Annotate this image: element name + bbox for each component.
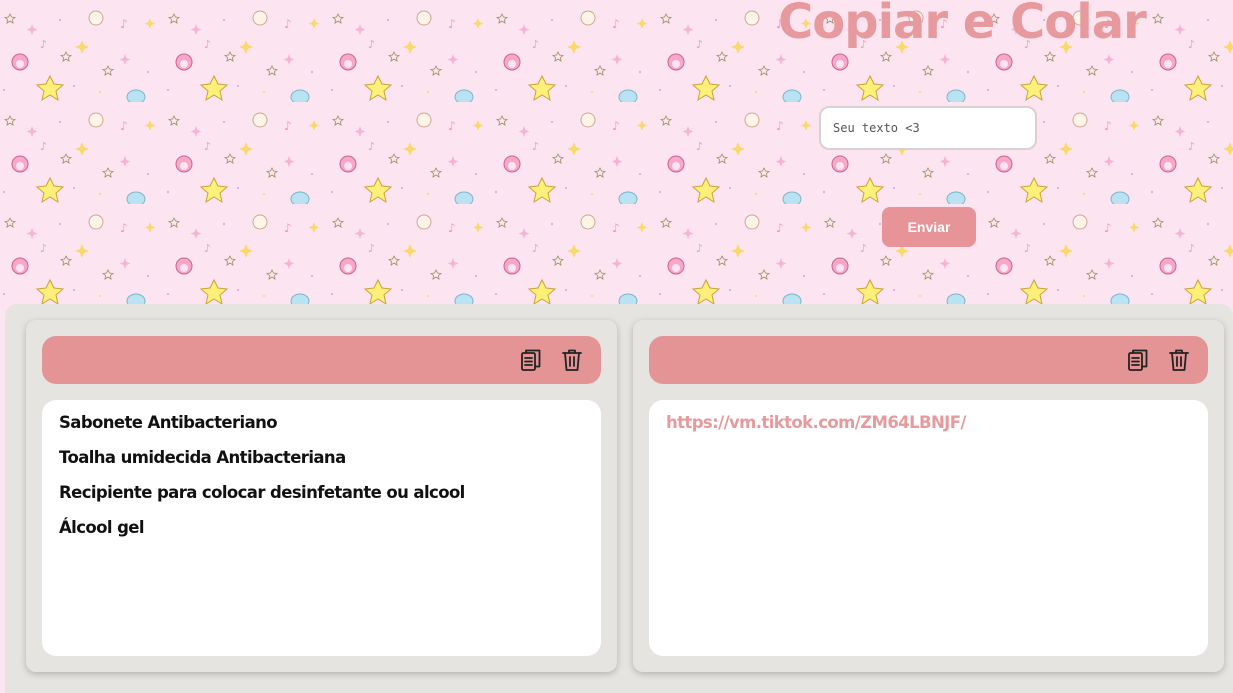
list-item: Sabonete Antibacteriano <box>59 413 278 432</box>
clipboard-icon[interactable] <box>518 347 544 373</box>
note-card: https://vm.tiktok.com/ZM64LBNJF/ <box>633 320 1224 672</box>
text-input[interactable] <box>819 106 1037 150</box>
clipboard-icon[interactable] <box>1125 347 1151 373</box>
note-card-content[interactable]: https://vm.tiktok.com/ZM64LBNJF/ <box>649 400 1208 656</box>
tiktok-link[interactable]: https://vm.tiktok.com/ZM64LBNJF/ <box>666 411 1191 434</box>
send-button[interactable]: Enviar <box>882 207 976 247</box>
note-card: Sabonete Antibacteriano Toalha umidecida… <box>26 320 617 672</box>
page-title: Copiar e Colar <box>778 0 1147 50</box>
note-card-content[interactable]: Sabonete Antibacteriano Toalha umidecida… <box>42 400 601 656</box>
note-card-header <box>649 336 1208 384</box>
list-item: Recipiente para colocar desinfetante ou … <box>59 483 465 502</box>
list-item: Toalha umidecida Antibacteriana <box>59 448 346 467</box>
note-card-header <box>42 336 601 384</box>
trash-icon[interactable] <box>559 347 585 373</box>
list-item: Álcool gel <box>59 518 145 537</box>
trash-icon[interactable] <box>1166 347 1192 373</box>
